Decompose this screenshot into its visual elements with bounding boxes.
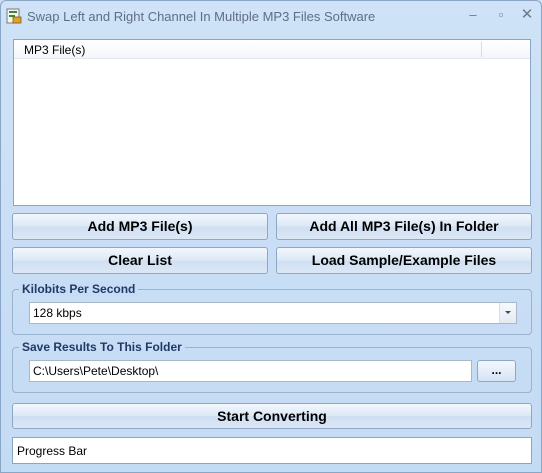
load-sample-files-button[interactable]: Load Sample/Example Files: [276, 247, 532, 274]
clear-list-button[interactable]: Clear List: [12, 247, 268, 274]
bitrate-group: Kilobits Per Second 128 kbps: [12, 282, 532, 335]
browse-folder-button[interactable]: ...: [477, 360, 516, 382]
add-mp3-files-button[interactable]: Add MP3 File(s): [12, 213, 268, 240]
add-folder-button[interactable]: Add All MP3 File(s) In Folder: [276, 213, 532, 240]
close-button[interactable]: ✕: [513, 4, 541, 26]
start-converting-button[interactable]: Start Converting: [12, 403, 532, 429]
list-header: MP3 File(s): [14, 40, 530, 59]
bitrate-selected-value: 128 kbps: [33, 306, 82, 320]
output-folder-input[interactable]: C:\Users\Pete\Desktop\: [29, 360, 472, 382]
column-separator[interactable]: [481, 42, 482, 57]
minimize-button[interactable]: –: [459, 4, 487, 26]
mp3-file-list[interactable]: MP3 File(s): [13, 39, 531, 206]
maximize-button[interactable]: ▫: [487, 4, 515, 26]
output-folder-group: Save Results To This Folder C:\Users\Pet…: [12, 340, 532, 393]
chevron-down-icon[interactable]: [499, 303, 516, 323]
progress-label: Progress Bar: [17, 444, 88, 458]
column-header-mp3-files[interactable]: MP3 File(s): [24, 43, 85, 57]
app-icon: [6, 8, 22, 24]
bitrate-legend: Kilobits Per Second: [19, 282, 139, 296]
title-bar[interactable]: Swap Left and Right Channel In Multiple …: [1, 1, 541, 33]
bitrate-dropdown[interactable]: 128 kbps: [29, 302, 517, 324]
window-title: Swap Left and Right Channel In Multiple …: [27, 9, 376, 24]
progress-bar: Progress Bar: [12, 437, 532, 464]
output-folder-legend: Save Results To This Folder: [19, 340, 185, 354]
app-window: Swap Left and Right Channel In Multiple …: [0, 0, 542, 473]
